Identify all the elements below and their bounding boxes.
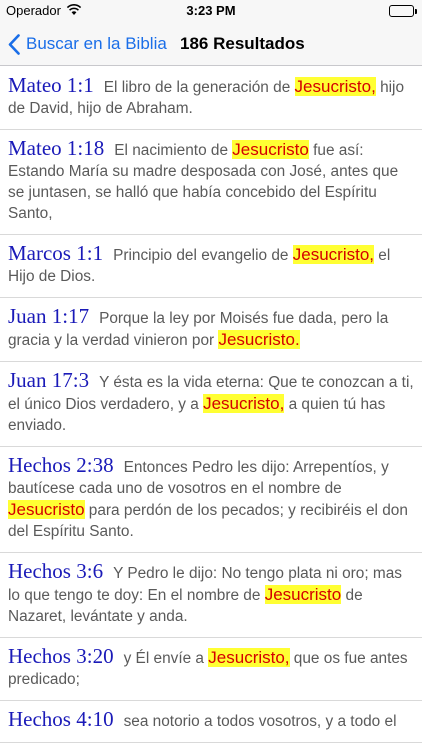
- list-item[interactable]: Marcos 1:1 Principio del evangelio de Jes…: [0, 235, 422, 298]
- list-item[interactable]: Juan 1:17 Porque la ley por Moisés fue da…: [0, 298, 422, 362]
- verse-text: Marcos 1:1 Principio del evangelio de Jes…: [8, 243, 414, 287]
- verse-text-before: Principio del evangelio de: [113, 247, 293, 264]
- verse-reference: Marcos 1:1: [8, 241, 104, 265]
- battery-icon: [389, 5, 417, 17]
- navigation-bar: Buscar en la Biblia 186 Resultados: [0, 22, 422, 66]
- status-bar: Operador 3:23 PM: [0, 0, 422, 22]
- clock: 3:23 PM: [186, 3, 236, 18]
- results-list[interactable]: Mateo 1:1 El libro de la generación de Je…: [0, 67, 422, 750]
- page-title: 186 Resultados: [180, 34, 305, 53]
- search-match: Jesucristo.: [218, 330, 300, 349]
- verse-text: Mateo 1:18 El nacimiento de Jesucristo fu…: [8, 138, 414, 224]
- list-item[interactable]: Hechos 3:6 Y Pedro le dijo: No tengo plat…: [0, 553, 422, 638]
- verse-reference: Mateo 1:18: [8, 136, 105, 160]
- verse-reference: Juan 17:3: [8, 368, 90, 392]
- search-match: Jesucristo,: [203, 394, 285, 413]
- back-button[interactable]: Buscar en la Biblia: [8, 22, 167, 66]
- verse-text: Juan 1:17 Porque la ley por Moisés fue da…: [8, 306, 414, 351]
- verse-reference: Mateo 1:1: [8, 73, 94, 97]
- verse-reference: Hechos 4:10: [8, 707, 114, 731]
- list-item[interactable]: Hechos 3:20 y Él envíe a Jesucristo, que …: [0, 638, 422, 701]
- verse-text-before: y Él envíe a: [123, 650, 209, 667]
- list-item[interactable]: Hechos 4:10 sea notorio a todos vosotros,…: [0, 701, 422, 743]
- list-item[interactable]: Juan 17:3 Y ésta es la vida eterna: Que t…: [0, 362, 422, 447]
- search-match: Jesucristo: [8, 500, 85, 519]
- verse-text: Hechos 4:10 sea notorio a todos vosotros,…: [8, 709, 414, 732]
- chevron-left-icon: [8, 33, 20, 55]
- verse-text-before: sea notorio a todos vosotros, y a todo e…: [123, 713, 397, 730]
- verse-text: Hechos 2:38 Entonces Pedro les dijo: Arre…: [8, 455, 414, 542]
- verse-text: Hechos 3:6 Y Pedro le dijo: No tengo plat…: [8, 561, 414, 627]
- back-button-label: Buscar en la Biblia: [26, 34, 167, 53]
- search-match: Jesucristo,: [294, 77, 376, 96]
- verse-text: Hechos 3:20 y Él envíe a Jesucristo, que …: [8, 646, 414, 690]
- list-item[interactable]: Mateo 1:1 El libro de la generación de Je…: [0, 67, 422, 130]
- search-match: Jesucristo,: [208, 648, 290, 667]
- search-match: Jesucristo: [264, 585, 342, 604]
- search-match: Jesucristo,: [292, 245, 375, 264]
- verse-reference: Hechos 3:6: [8, 559, 104, 583]
- verse-text-before: El nacimiento de: [114, 142, 233, 159]
- list-item[interactable]: Mateo 1:18 El nacimiento de Jesucristo fu…: [0, 130, 422, 235]
- verse-reference: Hechos 2:38: [8, 453, 114, 477]
- verse-reference: Juan 1:17: [8, 304, 90, 328]
- verse-text: Juan 17:3 Y ésta es la vida eterna: Que t…: [8, 370, 414, 436]
- list-item[interactable]: Hechos 2:38 Entonces Pedro les dijo: Arre…: [0, 447, 422, 553]
- verse-text-before: El libro de la generación de: [103, 79, 295, 96]
- search-match: Jesucristo: [232, 140, 309, 159]
- verse-text: Mateo 1:1 El libro de la generación de Je…: [8, 75, 414, 119]
- verse-reference: Hechos 3:20: [8, 644, 114, 668]
